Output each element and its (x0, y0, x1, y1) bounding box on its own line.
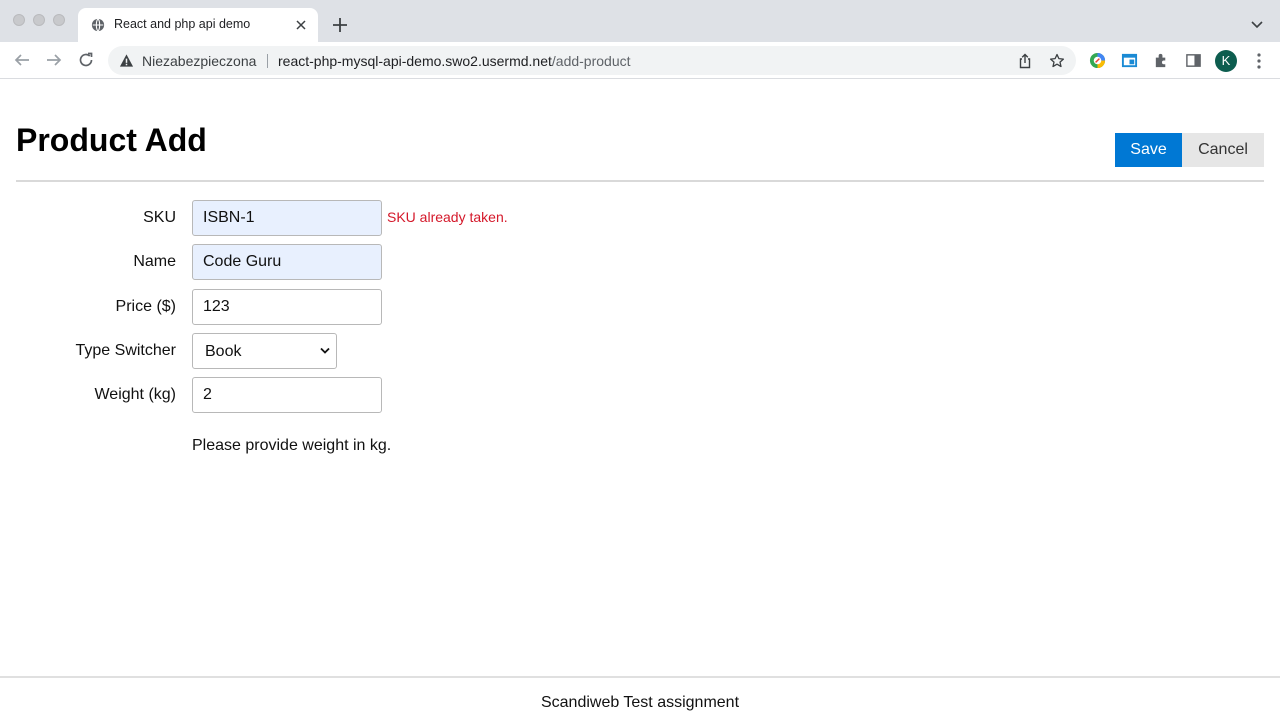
address-bar[interactable]: Niezabezpieczona react-php-mysql-api-dem… (108, 46, 1076, 75)
globe-icon (91, 18, 105, 32)
sku-input[interactable] (192, 200, 382, 236)
footer-divider (0, 676, 1280, 678)
browser-tab[interactable]: React and php api demo (78, 8, 318, 42)
new-tab-icon[interactable] (331, 16, 349, 34)
security-label[interactable]: Niezabezpieczona (142, 53, 256, 69)
profile-avatar[interactable]: K (1215, 50, 1237, 72)
type-switcher-select[interactable]: Book (192, 333, 337, 369)
weight-input[interactable] (192, 377, 382, 413)
sku-error-message: SKU already taken. (387, 209, 508, 225)
weight-label: Weight (kg) (94, 386, 176, 403)
close-window-icon[interactable] (13, 14, 25, 26)
address-divider (267, 54, 268, 68)
url-text[interactable]: react-php-mysql-api-demo.swo2.usermd.net… (278, 53, 631, 69)
type-switcher-label: Type Switcher (75, 342, 176, 359)
reload-icon[interactable] (77, 51, 95, 69)
url-host: react-php-mysql-api-demo.swo2.usermd.net (278, 53, 552, 69)
maximize-window-icon[interactable] (53, 14, 65, 26)
browser-toolbar: Niezabezpieczona react-php-mysql-api-dem… (0, 42, 1280, 79)
forward-icon[interactable] (45, 51, 63, 69)
back-icon[interactable] (13, 51, 31, 69)
name-label: Name (133, 253, 176, 270)
close-tab-icon[interactable] (294, 18, 308, 32)
cancel-button[interactable]: Cancel (1182, 133, 1264, 167)
chevron-down-icon[interactable] (1250, 17, 1264, 31)
price-input[interactable] (192, 289, 382, 325)
url-path: /add-product (551, 53, 631, 69)
tab-strip: React and php api demo (0, 0, 1280, 42)
extension-window-icon[interactable] (1121, 52, 1138, 69)
footer-text: Scandiweb Test assignment (540, 694, 740, 711)
chevron-down-icon (320, 347, 330, 354)
name-input[interactable] (192, 244, 382, 280)
menu-dots-icon[interactable] (1252, 52, 1266, 70)
side-panel-icon[interactable] (1185, 52, 1202, 69)
weight-hint: Please provide weight in kg. (192, 437, 392, 454)
minimize-window-icon[interactable] (33, 14, 45, 26)
page-title: Product Add (16, 122, 207, 158)
tab-title: React and php api demo (114, 17, 251, 31)
save-button[interactable]: Save (1115, 133, 1182, 167)
extension-color-icon[interactable] (1089, 52, 1106, 69)
sku-label: SKU (143, 209, 176, 226)
warning-icon[interactable] (119, 53, 134, 68)
extensions-puzzle-icon[interactable] (1153, 52, 1170, 69)
header-divider (16, 180, 1264, 182)
share-icon[interactable] (1017, 53, 1033, 69)
type-switcher-value: Book (205, 343, 242, 360)
price-label: Price ($) (115, 298, 176, 315)
bookmark-star-icon[interactable] (1049, 53, 1065, 69)
